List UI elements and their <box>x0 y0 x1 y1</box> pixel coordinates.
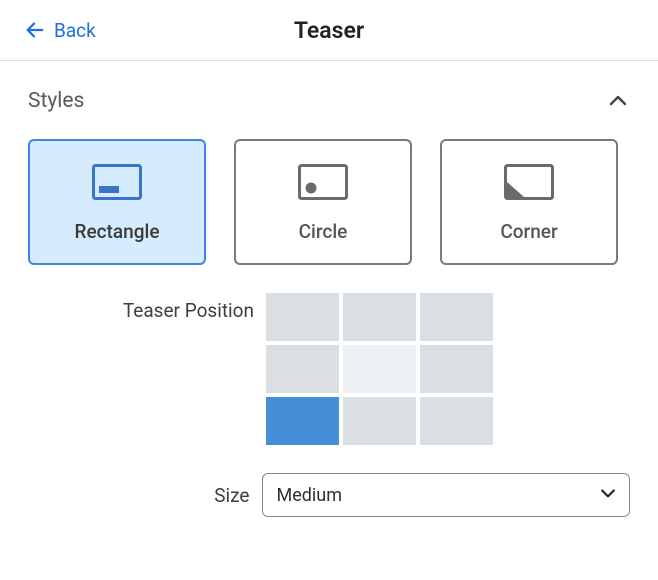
size-value: Medium <box>277 485 343 506</box>
corner-icon <box>504 162 554 202</box>
position-middle-center[interactable] <box>343 345 416 393</box>
position-bottom-left[interactable] <box>266 397 339 445</box>
back-label: Back <box>54 19 96 42</box>
position-middle-left[interactable] <box>266 345 339 393</box>
rectangle-icon <box>92 162 142 202</box>
page-title: Teaser <box>0 17 658 44</box>
position-top-left[interactable] <box>266 293 339 341</box>
position-top-center[interactable] <box>343 293 416 341</box>
teaser-position-grid <box>266 293 493 445</box>
back-button[interactable]: Back <box>24 19 96 42</box>
size-select[interactable]: Medium <box>262 473 631 517</box>
style-option-circle[interactable]: Circle <box>234 139 412 265</box>
styles-section-title: Styles <box>28 89 84 113</box>
style-label: Rectangle <box>75 220 160 243</box>
position-bottom-right[interactable] <box>420 397 493 445</box>
position-top-right[interactable] <box>420 293 493 341</box>
style-label: Corner <box>500 220 557 243</box>
size-label: Size <box>28 484 262 507</box>
chevron-up-icon <box>606 89 630 113</box>
style-label: Circle <box>299 220 348 243</box>
styles-section-toggle[interactable]: Styles <box>28 89 630 113</box>
position-bottom-center[interactable] <box>343 397 416 445</box>
circle-icon <box>298 162 348 202</box>
arrow-left-icon <box>24 19 46 41</box>
style-option-rectangle[interactable]: Rectangle <box>28 139 206 265</box>
position-middle-right[interactable] <box>420 345 493 393</box>
style-option-corner[interactable]: Corner <box>440 139 618 265</box>
teaser-position-label: Teaser Position <box>28 293 266 322</box>
